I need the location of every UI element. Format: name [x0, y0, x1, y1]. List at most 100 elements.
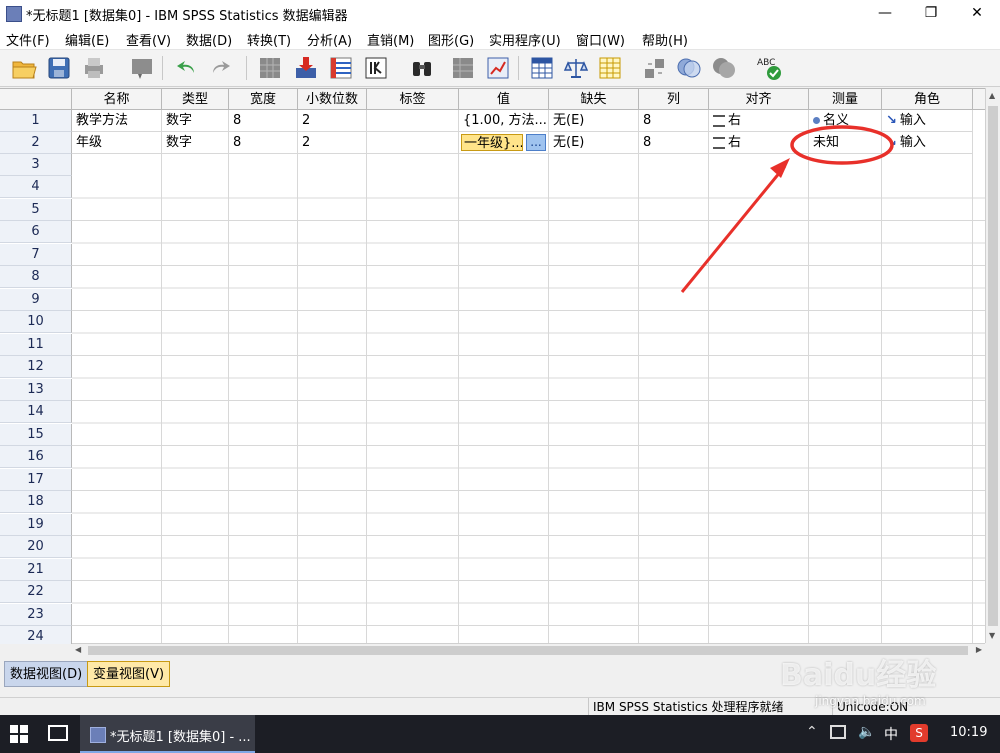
insert-cases-icon[interactable]: [449, 54, 477, 82]
cell-name[interactable]: 年级: [72, 132, 162, 154]
cell-columns[interactable]: 8: [639, 132, 709, 154]
goto-case-icon[interactable]: [256, 54, 284, 82]
cell-decimals[interactable]: 2: [298, 110, 367, 132]
cell-columns[interactable]: 8: [639, 110, 709, 132]
row-header-3[interactable]: 3: [0, 154, 72, 176]
windows-start-icon[interactable]: [10, 725, 28, 747]
cell-width[interactable]: 8: [229, 110, 298, 132]
cell-decimals[interactable]: 2: [298, 132, 367, 154]
row-header-9[interactable]: 9: [0, 289, 72, 311]
cell-values-editing[interactable]: 一年级}... ...: [459, 132, 549, 154]
cell-measure[interactable]: 未知: [809, 132, 882, 154]
row-header-8[interactable]: 8: [0, 266, 72, 288]
column-header-values[interactable]: 值: [459, 89, 549, 110]
recall-dialog-icon[interactable]: [128, 54, 156, 82]
print-icon[interactable]: [80, 54, 108, 82]
row-header-20[interactable]: 20: [0, 536, 72, 558]
cell-type[interactable]: 数字: [162, 110, 229, 132]
weight-cases-icon[interactable]: [562, 54, 590, 82]
menu-edit[interactable]: 编辑(E): [65, 30, 109, 49]
row-header-14[interactable]: 14: [0, 401, 72, 423]
row-header-10[interactable]: 10: [0, 311, 72, 333]
menu-view[interactable]: 查看(V): [126, 30, 171, 49]
column-header-columns[interactable]: 列: [639, 89, 709, 110]
cell-align[interactable]: 右: [709, 110, 809, 132]
row-header-11[interactable]: 11: [0, 334, 72, 356]
variables-icon[interactable]: [327, 54, 355, 82]
use-sets-icon[interactable]: [675, 54, 703, 82]
menu-data[interactable]: 数据(D): [186, 30, 232, 49]
save-icon[interactable]: [45, 54, 73, 82]
column-header-missing[interactable]: 缺失: [549, 89, 639, 110]
row-header-2[interactable]: 2: [0, 132, 72, 154]
menu-analyze[interactable]: 分析(A): [307, 30, 352, 49]
row-header-1[interactable]: 1: [0, 110, 72, 132]
vertical-scroll-thumb[interactable]: [988, 106, 998, 626]
values-edit-field[interactable]: 一年级}...: [461, 134, 523, 151]
select-cases-icon[interactable]: [596, 54, 624, 82]
cell-name[interactable]: 教学方法: [72, 110, 162, 132]
row-header-7[interactable]: 7: [0, 244, 72, 266]
row-header-16[interactable]: 16: [0, 446, 72, 468]
menu-utilities[interactable]: 实用程序(U): [489, 30, 561, 49]
undo-icon[interactable]: [172, 54, 200, 82]
menu-file[interactable]: 文件(F): [6, 30, 50, 49]
column-header-type[interactable]: 类型: [162, 89, 229, 110]
row-header-24[interactable]: 24: [0, 626, 72, 644]
sogou-ime-icon[interactable]: S: [910, 724, 928, 742]
row-header-22[interactable]: 22: [0, 581, 72, 603]
tab-data-view[interactable]: 数据视图(D): [4, 661, 89, 687]
tab-variable-view[interactable]: 变量视图(V): [87, 661, 171, 687]
cell-width[interactable]: 8: [229, 132, 298, 154]
scroll-right-icon[interactable]: ▶: [976, 645, 982, 654]
row-header-17[interactable]: 17: [0, 469, 72, 491]
row-header-15[interactable]: 15: [0, 424, 72, 446]
values-ellipsis-button[interactable]: ...: [526, 134, 546, 151]
column-header-decimals[interactable]: 小数位数: [298, 89, 367, 110]
taskbar-app-button[interactable]: *无标题1 [数据集0] - ...: [80, 715, 255, 753]
open-folder-icon[interactable]: [10, 54, 38, 82]
volume-icon[interactable]: 🔈: [858, 724, 875, 740]
ime-indicator[interactable]: 中: [884, 724, 898, 744]
row-header-19[interactable]: 19: [0, 514, 72, 536]
column-header-align[interactable]: 对齐: [709, 89, 809, 110]
column-header-width[interactable]: 宽度: [229, 89, 298, 110]
vertical-scrollbar[interactable]: ▲ ▼: [985, 88, 1000, 643]
menu-help[interactable]: 帮助(H): [642, 30, 688, 49]
cell-type[interactable]: 数字: [162, 132, 229, 154]
chevron-up-icon[interactable]: ⌃: [806, 724, 818, 740]
row-header-21[interactable]: 21: [0, 559, 72, 581]
cell-role[interactable]: ↘ 输入: [882, 132, 973, 154]
column-header-name[interactable]: 名称: [72, 89, 162, 110]
cell-label[interactable]: [367, 132, 459, 154]
row-header-18[interactable]: 18: [0, 491, 72, 513]
cell-label[interactable]: [367, 110, 459, 132]
redo-icon[interactable]: [207, 54, 235, 82]
row-header-5[interactable]: 5: [0, 199, 72, 221]
value-labels-icon[interactable]: [641, 54, 669, 82]
find-icon[interactable]: [408, 54, 436, 82]
row-header-23[interactable]: 23: [0, 604, 72, 626]
column-header-role[interactable]: 角色: [882, 89, 973, 110]
scroll-up-icon[interactable]: ▲: [989, 91, 995, 100]
close-button[interactable]: ✕: [954, 0, 1000, 27]
maximize-button[interactable]: ❐: [908, 0, 954, 27]
goto-variable-icon[interactable]: [292, 54, 320, 82]
run-descriptives-icon[interactable]: [362, 54, 390, 82]
task-view-icon[interactable]: [48, 725, 68, 741]
corner-header[interactable]: [0, 89, 72, 110]
cell-values[interactable]: {1.00, 方法...: [459, 110, 549, 132]
menu-direct-marketing[interactable]: 直销(M): [367, 30, 414, 49]
network-icon[interactable]: [830, 725, 846, 739]
insert-variable-icon[interactable]: [484, 54, 512, 82]
split-file-icon[interactable]: [528, 54, 556, 82]
menu-graphs[interactable]: 图形(G): [428, 30, 474, 49]
minimize-button[interactable]: —: [862, 0, 908, 27]
column-header-label[interactable]: 标签: [367, 89, 459, 110]
clock[interactable]: 10:19: [950, 725, 987, 740]
cell-measure[interactable]: 名义: [809, 110, 882, 132]
spell-check-icon[interactable]: ABC: [755, 54, 783, 82]
row-header-6[interactable]: 6: [0, 221, 72, 243]
cell-role[interactable]: ↘ 输入: [882, 110, 973, 132]
cell-missing[interactable]: 无(E): [549, 110, 639, 132]
